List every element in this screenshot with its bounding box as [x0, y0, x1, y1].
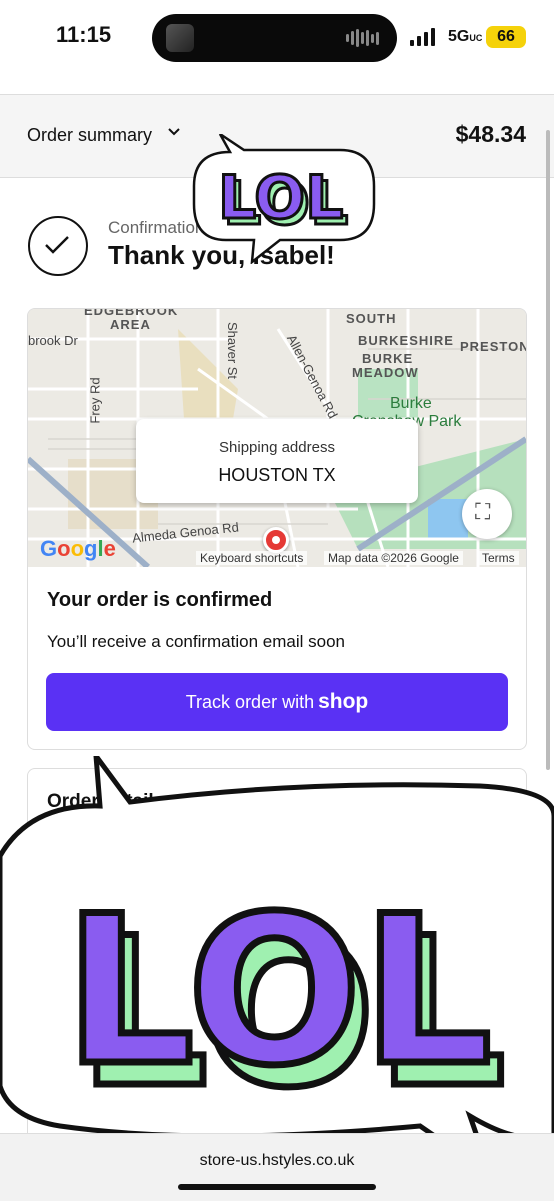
dynamic-island[interactable]: [152, 14, 397, 62]
shop-logo: shop: [318, 690, 369, 713]
track-order-button[interactable]: Track order with shop: [46, 673, 508, 731]
order-confirmed-card: EDGEBROOK AREA SOUTH BURKESHIRE PRESTON …: [27, 308, 527, 750]
browser-url-bar[interactable]: store-us.hstyles.co.uk: [0, 1133, 554, 1201]
home-indicator[interactable]: [178, 1184, 376, 1190]
map-label-meadow: MEADOW: [352, 365, 419, 380]
order-confirmed-title: Your order is confirmed: [47, 589, 273, 611]
map-data-attribution: Map data ©2026 Google: [324, 551, 463, 565]
chevron-down-icon[interactable]: [167, 125, 181, 142]
shipping-map[interactable]: EDGEBROOK AREA SOUTH BURKESHIRE PRESTON …: [28, 309, 526, 567]
terms-link[interactable]: Terms: [478, 551, 519, 565]
shipping-address-popup: Shipping address HOUSTON TX: [136, 419, 418, 503]
now-playing-artwork: [166, 24, 194, 52]
map-label-south: SOUTH: [346, 311, 397, 326]
order-confirmed-subtitle: You’ll receive a confirmation email soon: [47, 632, 345, 651]
checkmark-circle-icon: [28, 216, 88, 276]
large-sticker-text: LOL: [64, 873, 492, 1111]
map-label-shaver-st: Shaver St: [225, 321, 241, 380]
small-sticker-text: LOL: [218, 163, 343, 233]
shipping-address-label: Shipping address: [219, 439, 335, 456]
keyboard-shortcuts-link[interactable]: Keyboard shortcuts: [196, 551, 308, 565]
order-total: $48.34: [455, 121, 526, 147]
network-type: 5GUC: [448, 28, 483, 45]
status-bar: 11:15 5GUC 66: [0, 0, 554, 78]
map-label-preston: PRESTON: [460, 339, 526, 354]
fullscreen-icon: ⛶: [475, 499, 491, 524]
map-label-park-1: Burke: [390, 395, 432, 412]
cellular-signal-icon: [410, 28, 435, 46]
clock: 11:15: [56, 22, 112, 47]
map-fullscreen-button[interactable]: ⛶: [462, 489, 512, 539]
battery-indicator: 66: [486, 26, 526, 48]
map-label-frey-rd: Frey Rd: [87, 377, 103, 424]
map-label-brook-dr: brook Dr: [28, 333, 78, 348]
track-order-label: Track order with: [185, 692, 315, 712]
map-label-burkeshire: BURKESHIRE: [358, 333, 454, 348]
audio-waveform-icon: [346, 28, 379, 48]
map-label-burke: BURKE: [362, 351, 414, 366]
order-summary-label[interactable]: Order summary: [27, 125, 152, 146]
shipping-address-value: HOUSTON TX: [218, 465, 336, 485]
url-text[interactable]: store-us.hstyles.co.uk: [0, 1152, 554, 1170]
lol-sticker-small: LOL LOL: [190, 132, 380, 265]
lol-sticker-large: LOL LOL: [0, 747, 554, 1181]
map-label-area: AREA: [110, 317, 151, 332]
page-scrollbar[interactable]: [546, 130, 550, 770]
google-logo[interactable]: Google: [40, 536, 116, 562]
location-pin-icon[interactable]: [263, 527, 289, 553]
